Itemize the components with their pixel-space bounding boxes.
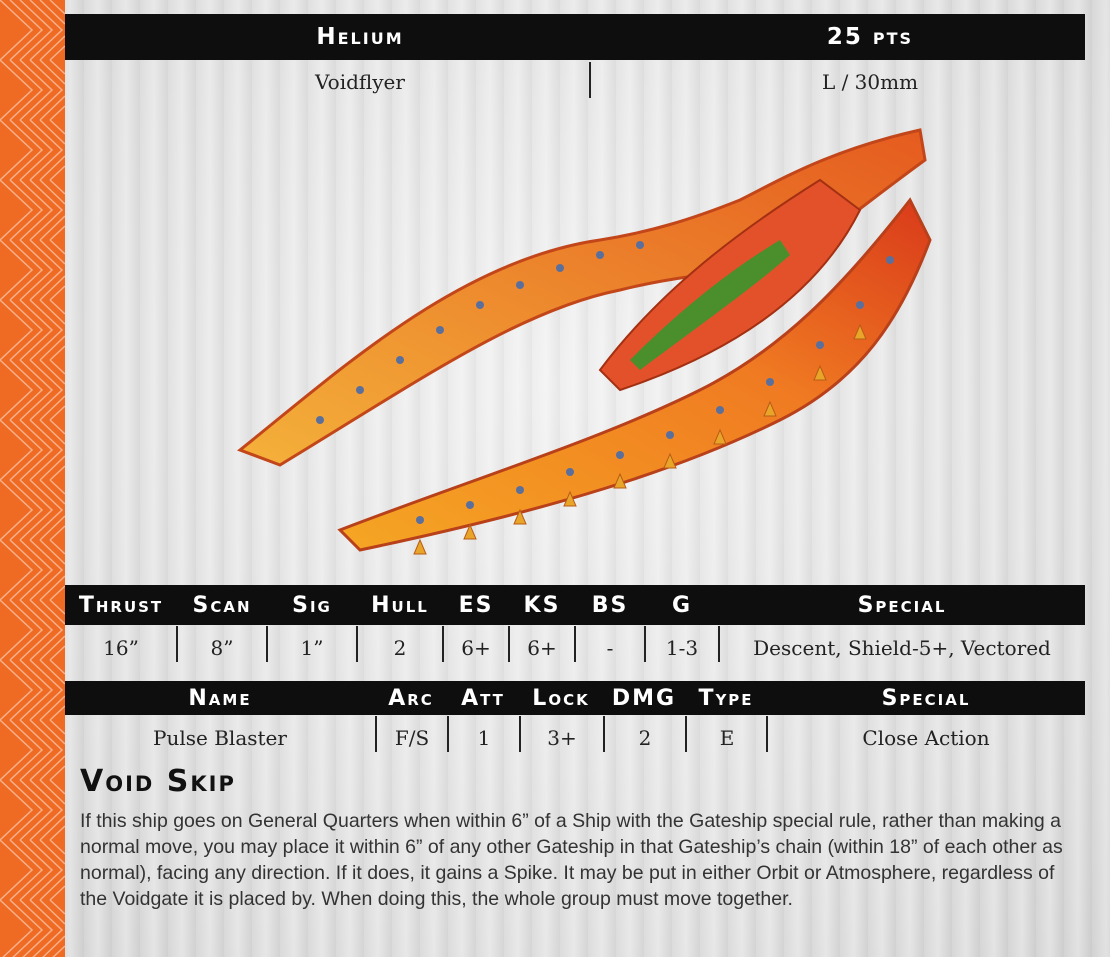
weapon-header-special: Special bbox=[881, 686, 971, 711]
stat-header-sig: Sig bbox=[292, 593, 332, 618]
stat-header-thrust: Thrust bbox=[78, 593, 164, 618]
stat-header-scan: Scan bbox=[192, 593, 252, 618]
weapon-header-lock: Lock bbox=[532, 686, 590, 711]
weapon-header-att: Att bbox=[461, 686, 505, 711]
stat-hull: 2 bbox=[393, 636, 407, 660]
rule-title: Void Skip bbox=[80, 764, 236, 799]
chevron-pattern-icon bbox=[0, 0, 65, 957]
ship-class: Voidflyer bbox=[315, 70, 405, 94]
stat-thrust: 16” bbox=[103, 636, 139, 660]
stat-special: Descent, Shield-5+, Vectored bbox=[753, 636, 1051, 660]
stat-scan: 8” bbox=[210, 636, 234, 660]
divider bbox=[589, 62, 591, 98]
weapon-header-name: Name bbox=[188, 686, 252, 711]
rule-text: If this ship goes on General Quarters wh… bbox=[80, 810, 1063, 910]
weapon-type: E bbox=[719, 726, 735, 750]
stat-header-hull: Hull bbox=[371, 593, 429, 618]
weapon-lock: 3+ bbox=[547, 726, 577, 750]
stat-header-special: Special bbox=[857, 593, 947, 618]
weapon-arc: F/S bbox=[394, 726, 430, 750]
weapon-name: Pulse Blaster bbox=[153, 726, 287, 750]
header-bar: Helium 25 pts bbox=[65, 14, 1085, 60]
stat-ks: 6+ bbox=[527, 636, 557, 660]
stat-header-es: ES bbox=[458, 593, 494, 618]
ship-size: L / 30mm bbox=[821, 70, 919, 94]
ship-model-icon bbox=[237, 128, 932, 555]
stat-header-g: G bbox=[671, 593, 693, 618]
weapons-header-bar: Name Arc Att Lock DMG Type Special bbox=[65, 681, 1085, 715]
stat-es: 6+ bbox=[461, 636, 491, 660]
weapon-header-type: Type bbox=[698, 686, 754, 711]
ship-name: Helium bbox=[316, 24, 404, 50]
stat-header-bs: BS bbox=[591, 593, 629, 618]
weapon-att: 1 bbox=[477, 726, 491, 750]
stat-bs: - bbox=[606, 636, 614, 660]
stats-header-bar: Thrust Scan Sig Hull ES KS BS G Special bbox=[65, 585, 1085, 625]
stat-header-ks: KS bbox=[523, 593, 561, 618]
weapon-header-arc: Arc bbox=[388, 686, 434, 711]
weapon-header-dmg: DMG bbox=[611, 686, 677, 711]
ship-points: 25 pts bbox=[826, 24, 914, 50]
weapon-dmg: 2 bbox=[638, 726, 652, 750]
stat-g: 1-3 bbox=[665, 636, 699, 660]
stat-sig: 1” bbox=[300, 636, 324, 660]
weapon-special: Close Action bbox=[862, 726, 990, 750]
side-stripe bbox=[0, 0, 65, 957]
datacard: Helium 25 pts Voidflyer L / 30mm Thrust … bbox=[0, 0, 1110, 957]
